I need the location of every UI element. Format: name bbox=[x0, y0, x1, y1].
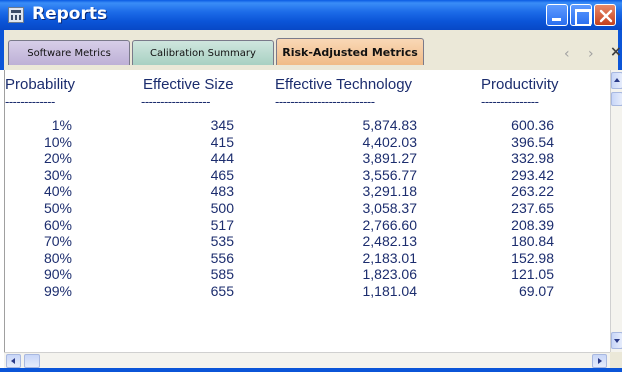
cell-effective-size: 500 bbox=[210, 200, 234, 216]
cell-effective-size: 556 bbox=[210, 249, 234, 266]
tab-calibration-summary[interactable]: Calibration Summary bbox=[132, 40, 274, 65]
separator-probability: ------------- bbox=[5, 94, 55, 109]
cell-productivity: 121.05 bbox=[511, 266, 554, 283]
cell-probability: 80% bbox=[43, 249, 72, 266]
cell-productivity: 208.39 bbox=[511, 216, 554, 233]
separator-productivity: --------------- bbox=[481, 94, 539, 109]
minimize-button[interactable] bbox=[546, 4, 568, 26]
scroll-right-icon[interactable] bbox=[592, 354, 607, 368]
cell-effective-size: 444 bbox=[210, 150, 234, 167]
cell-productivity: 237.65 bbox=[511, 200, 554, 216]
vertical-scroll-thumb[interactable] bbox=[611, 92, 622, 106]
cell-probability: 1% bbox=[51, 117, 72, 133]
cell-effective-technology: 2,183.01 bbox=[362, 249, 418, 266]
cell-probability: 99% bbox=[43, 283, 72, 299]
cell-probability: 50% bbox=[43, 200, 72, 216]
cell-productivity: 332.98 bbox=[511, 150, 554, 167]
cell-effective-technology: 3,556.77 bbox=[362, 166, 418, 183]
cell-productivity: 263.22 bbox=[511, 183, 554, 200]
horizontal-scrollbar[interactable] bbox=[4, 352, 610, 368]
report-table: Probability Effective Size Effective Tec… bbox=[4, 70, 610, 352]
vertical-scrollbar[interactable] bbox=[610, 70, 622, 352]
cell-effective-size: 585 bbox=[210, 266, 234, 283]
close-icon[interactable]: × bbox=[610, 44, 622, 60]
maximize-button[interactable] bbox=[570, 4, 592, 26]
horizontal-scroll-thumb[interactable] bbox=[24, 354, 40, 368]
cell-effective-size: 415 bbox=[210, 133, 234, 150]
window-frame-bottom bbox=[0, 368, 622, 372]
tab-risk-adjusted-metrics[interactable]: Risk-Adjusted Metrics bbox=[276, 38, 424, 65]
cell-effective-technology: 5,874.83 bbox=[362, 117, 418, 133]
chevron-right-icon[interactable]: › bbox=[588, 46, 594, 62]
cell-effective-technology: 3,891.27 bbox=[362, 150, 418, 167]
cell-effective-size: 345 bbox=[210, 117, 234, 133]
cell-effective-size: 517 bbox=[210, 216, 234, 233]
scroll-left-icon[interactable] bbox=[6, 354, 21, 368]
cell-productivity: 180.84 bbox=[511, 233, 554, 250]
column-header-effective-size: Effective Size bbox=[143, 76, 234, 93]
cell-productivity: 69.07 bbox=[518, 283, 554, 299]
cell-probability: 90% bbox=[43, 266, 72, 283]
separator-effective-technology: -------------------------- bbox=[275, 94, 375, 109]
cell-effective-technology: 1,181.04 bbox=[362, 283, 418, 299]
cell-effective-size: 655 bbox=[210, 283, 234, 299]
cell-effective-technology: 1,823.06 bbox=[362, 266, 418, 283]
tab-software-metrics[interactable]: Software Metrics bbox=[8, 40, 130, 65]
reports-window: Reports Software Metrics Calibration Sum… bbox=[0, 0, 622, 372]
cell-effective-size: 535 bbox=[210, 233, 234, 250]
cell-probability: 10% bbox=[43, 133, 72, 150]
cell-productivity: 600.36 bbox=[511, 117, 554, 133]
cell-effective-technology: 2,766.60 bbox=[362, 216, 418, 233]
cell-productivity: 293.42 bbox=[511, 166, 554, 183]
cell-productivity: 396.54 bbox=[511, 133, 554, 150]
column-header-probability: Probability bbox=[5, 76, 76, 93]
report-tabstrip: Software Metrics Calibration Summary Ris… bbox=[0, 30, 622, 70]
separator-effective-size: ------------------ bbox=[141, 94, 210, 109]
reports-app-icon[interactable] bbox=[8, 7, 24, 23]
close-button[interactable] bbox=[594, 4, 616, 26]
chevron-left-icon[interactable]: ‹ bbox=[564, 46, 570, 62]
column-header-effective-technology: Effective Technology bbox=[275, 76, 413, 93]
cell-probability: 30% bbox=[43, 166, 72, 183]
cell-productivity: 152.98 bbox=[511, 249, 554, 266]
cell-effective-size: 483 bbox=[210, 183, 234, 200]
close-icon bbox=[599, 9, 613, 23]
scroll-down-icon[interactable] bbox=[611, 332, 622, 349]
cell-effective-size: 465 bbox=[210, 166, 234, 183]
cell-probability: 70% bbox=[43, 233, 72, 250]
cell-probability: 40% bbox=[43, 183, 72, 200]
cell-probability: 20% bbox=[43, 150, 72, 167]
column-header-productivity: Productivity bbox=[481, 76, 559, 93]
cell-probability: 60% bbox=[43, 216, 72, 233]
cell-effective-technology: 3,058.37 bbox=[362, 200, 418, 216]
resize-grip[interactable] bbox=[610, 352, 622, 368]
cell-effective-technology: 3,291.18 bbox=[362, 183, 418, 200]
window-title: Reports bbox=[32, 4, 108, 24]
cell-effective-technology: 2,482.13 bbox=[362, 233, 418, 250]
scroll-up-icon[interactable] bbox=[611, 72, 622, 89]
cell-effective-technology: 4,402.03 bbox=[362, 133, 418, 150]
title-bar[interactable]: Reports bbox=[0, 0, 622, 30]
